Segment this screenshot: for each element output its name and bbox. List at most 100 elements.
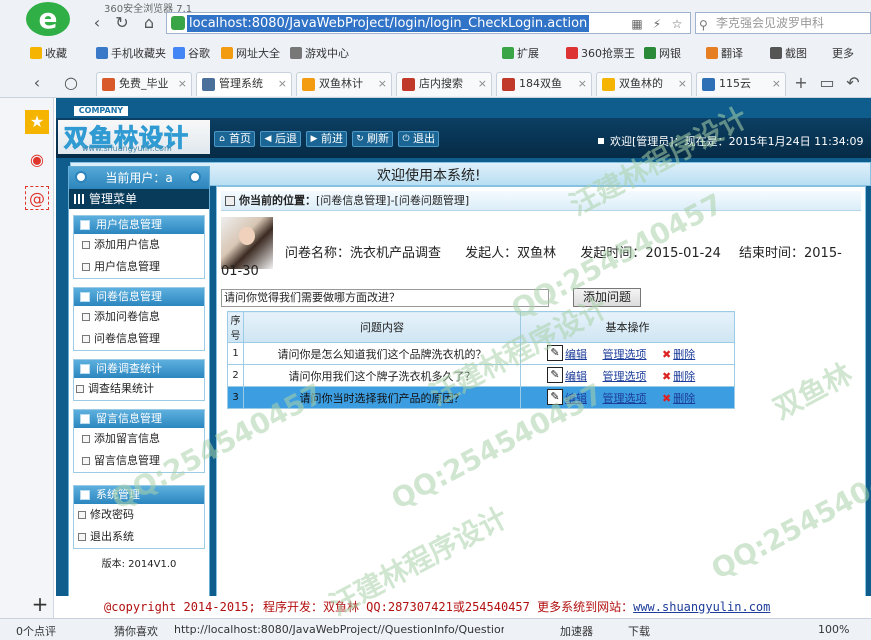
edit-link[interactable]: 编辑 bbox=[565, 348, 587, 361]
sidebar-item-add-survey[interactable]: 添加问卷信息 bbox=[74, 306, 204, 328]
fav-item[interactable]: 网址大全 bbox=[221, 45, 280, 61]
tab-menu-icon[interactable]: ▭ bbox=[818, 74, 836, 92]
undo-icon[interactable]: ○ bbox=[62, 74, 80, 92]
sidebar-item-survey-manage[interactable]: 问卷信息管理 bbox=[74, 328, 204, 350]
tab[interactable]: 免费_毕业 × bbox=[96, 72, 192, 96]
accelerator[interactable]: 加速器 bbox=[560, 623, 593, 639]
manage-options-link[interactable]: 管理选项 bbox=[603, 370, 647, 383]
folder-icon bbox=[80, 364, 90, 374]
close-icon[interactable]: × bbox=[772, 73, 781, 95]
footer-link[interactable]: www.shuangyulin.com bbox=[633, 600, 770, 614]
table-row-selected[interactable]: 3 请问你当时选择我们产品的原因？ ✎ 编辑 管理选项 ✖ 删除 bbox=[227, 386, 735, 409]
delete-icon[interactable]: ✖ bbox=[662, 392, 671, 405]
edit-link[interactable]: 编辑 bbox=[565, 370, 587, 383]
fav-item[interactable]: 谷歌 bbox=[173, 45, 210, 61]
fav-item[interactable]: 网银 bbox=[644, 45, 681, 61]
refresh-icon[interactable]: ↻ bbox=[113, 14, 131, 32]
qr-icon[interactable]: ▦ bbox=[629, 16, 645, 32]
table-row[interactable]: 1 请问你是怎么知道我们这个品牌洗衣机的？ ✎ 编辑 管理选项 ✖ 删除 bbox=[227, 342, 735, 365]
fav-item[interactable]: 游戏中心 bbox=[290, 45, 349, 61]
edit-icon[interactable]: ✎ bbox=[547, 367, 563, 383]
close-icon[interactable]: × bbox=[378, 73, 387, 95]
home-icon[interactable]: ⌂ bbox=[140, 14, 158, 32]
search-input[interactable]: ⚲ 李克强会见波罗申科 bbox=[695, 12, 871, 34]
menu-group-title[interactable]: 留言信息管理 bbox=[74, 410, 204, 428]
close-icon[interactable]: × bbox=[578, 73, 587, 95]
sidebar-item-exit[interactable]: 退出系统 bbox=[74, 526, 204, 548]
tab[interactable]: 184双鱼 × bbox=[496, 72, 592, 96]
fav-item[interactable]: 360抢票王 bbox=[566, 45, 635, 61]
delete-icon[interactable]: ✖ bbox=[662, 348, 671, 361]
back-icon[interactable]: ‹ bbox=[88, 14, 106, 32]
email-icon[interactable]: @ bbox=[25, 186, 49, 210]
fav-item[interactable]: 收藏 bbox=[30, 45, 67, 61]
tab[interactable]: 店内搜索 × bbox=[396, 72, 492, 96]
add-icon[interactable]: + bbox=[28, 592, 52, 616]
guess-you-like[interactable]: 猜你喜欢 bbox=[114, 623, 158, 639]
sidebar-item-change-password[interactable]: 修改密码 bbox=[74, 504, 204, 526]
fav-item[interactable]: 截图 bbox=[770, 45, 807, 61]
menu-group-title[interactable]: 用户信息管理 bbox=[74, 216, 204, 234]
location-icon bbox=[225, 196, 235, 206]
star-icon[interactable]: ☆ bbox=[669, 16, 685, 32]
menu-group-message: 留言信息管理 添加留言信息 留言信息管理 bbox=[73, 409, 205, 473]
edit-icon[interactable]: ✎ bbox=[547, 345, 563, 361]
close-icon[interactable]: × bbox=[178, 73, 187, 95]
delete-link[interactable]: 删除 bbox=[673, 348, 695, 361]
delete-link[interactable]: 删除 bbox=[673, 370, 695, 383]
star-icon[interactable]: ★ bbox=[25, 110, 49, 134]
tab[interactable]: 双鱼林计 × bbox=[296, 72, 392, 96]
add-question-button[interactable]: 添加问题 bbox=[573, 288, 641, 307]
url-text[interactable]: localhost:8080/JavaWebProject/login/logi… bbox=[187, 15, 590, 32]
sidebar-item-add-message[interactable]: 添加留言信息 bbox=[74, 428, 204, 450]
new-tab-icon[interactable]: + bbox=[792, 74, 810, 92]
browser-toolbar: e 360安全浏览器 7.1 ‹ ↻ ⌂ localhost:8080/Java… bbox=[0, 0, 871, 98]
sidebar-item-add-user[interactable]: 添加用户信息 bbox=[74, 234, 204, 256]
col-header-ops: 基本操作 bbox=[520, 311, 735, 343]
weibo-icon[interactable]: ◉ bbox=[25, 148, 49, 172]
question-input[interactable]: 请问你觉得我们需要做哪方面改进？ bbox=[221, 289, 549, 307]
shield-icon bbox=[171, 16, 185, 30]
sidebar-item-user-manage[interactable]: 用户信息管理 bbox=[74, 256, 204, 278]
close-icon[interactable]: × bbox=[278, 73, 287, 95]
tab[interactable]: 管理系统 × bbox=[196, 72, 292, 96]
restore-icon[interactable]: ↶ bbox=[844, 74, 862, 92]
fav-item[interactable]: 扩展 bbox=[502, 45, 539, 61]
manage-options-link[interactable]: 管理选项 bbox=[603, 392, 647, 405]
close-icon[interactable]: × bbox=[678, 73, 687, 95]
delete-icon[interactable]: ✖ bbox=[662, 370, 671, 383]
forward-button[interactable]: ▶ 前进 bbox=[306, 131, 347, 147]
menu-group-title[interactable]: 问卷调查统计 bbox=[74, 360, 204, 378]
sidebar-item-stats[interactable]: 调查结果统计 bbox=[74, 378, 204, 400]
zoom-level[interactable]: 100% bbox=[818, 623, 849, 636]
edit-link[interactable]: 编辑 bbox=[565, 392, 587, 405]
logout-button[interactable]: ⏻ 退出 bbox=[398, 131, 439, 147]
scissors-icon bbox=[770, 47, 782, 59]
sidebar-item-message-manage[interactable]: 留言信息管理 bbox=[74, 450, 204, 472]
address-bar[interactable]: localhost:8080/JavaWebProject/login/logi… bbox=[166, 12, 691, 34]
breadcrumb-label: 你当前的位置： bbox=[239, 194, 316, 207]
fav-item[interactable]: 翻译 bbox=[706, 45, 743, 61]
fav-item[interactable]: 手机收藏夹 bbox=[96, 45, 166, 61]
refresh-button[interactable]: ↻ 刷新 bbox=[352, 131, 393, 147]
manage-options-link[interactable]: 管理选项 bbox=[603, 348, 647, 361]
comments-count[interactable]: 0个点评 bbox=[16, 623, 56, 639]
tab[interactable]: 115云 × bbox=[696, 72, 786, 96]
doc-icon bbox=[82, 241, 90, 249]
home-button[interactable]: ⌂ 首页 bbox=[214, 131, 255, 147]
table-row[interactable]: 2 请问你用我们这个牌子洗衣机多久了？ ✎ 编辑 管理选项 ✖ 删除 bbox=[227, 364, 735, 387]
gamepad-icon bbox=[290, 47, 302, 59]
tab[interactable]: 双鱼林的 × bbox=[596, 72, 692, 96]
close-icon[interactable]: × bbox=[478, 73, 487, 95]
tab-scroll-left-icon[interactable]: ‹ bbox=[28, 74, 46, 92]
back-button[interactable]: ◀ 后退 bbox=[260, 131, 301, 147]
download[interactable]: 下载 bbox=[628, 623, 650, 639]
browser-logo-icon[interactable]: e bbox=[26, 2, 70, 36]
menu-group-title[interactable]: 问卷信息管理 bbox=[74, 288, 204, 306]
menu-group-title[interactable]: 系统管理 bbox=[74, 486, 204, 504]
edit-icon[interactable]: ✎ bbox=[547, 389, 563, 405]
survey-info: 问卷名称：洗衣机产品调查 发起人：双鱼林 发起时间：2015-01-24 结束时… bbox=[221, 245, 861, 281]
delete-link[interactable]: 删除 bbox=[673, 392, 695, 405]
fav-item[interactable]: 更多 bbox=[832, 45, 854, 61]
lightning-icon[interactable]: ⚡ bbox=[649, 16, 665, 32]
